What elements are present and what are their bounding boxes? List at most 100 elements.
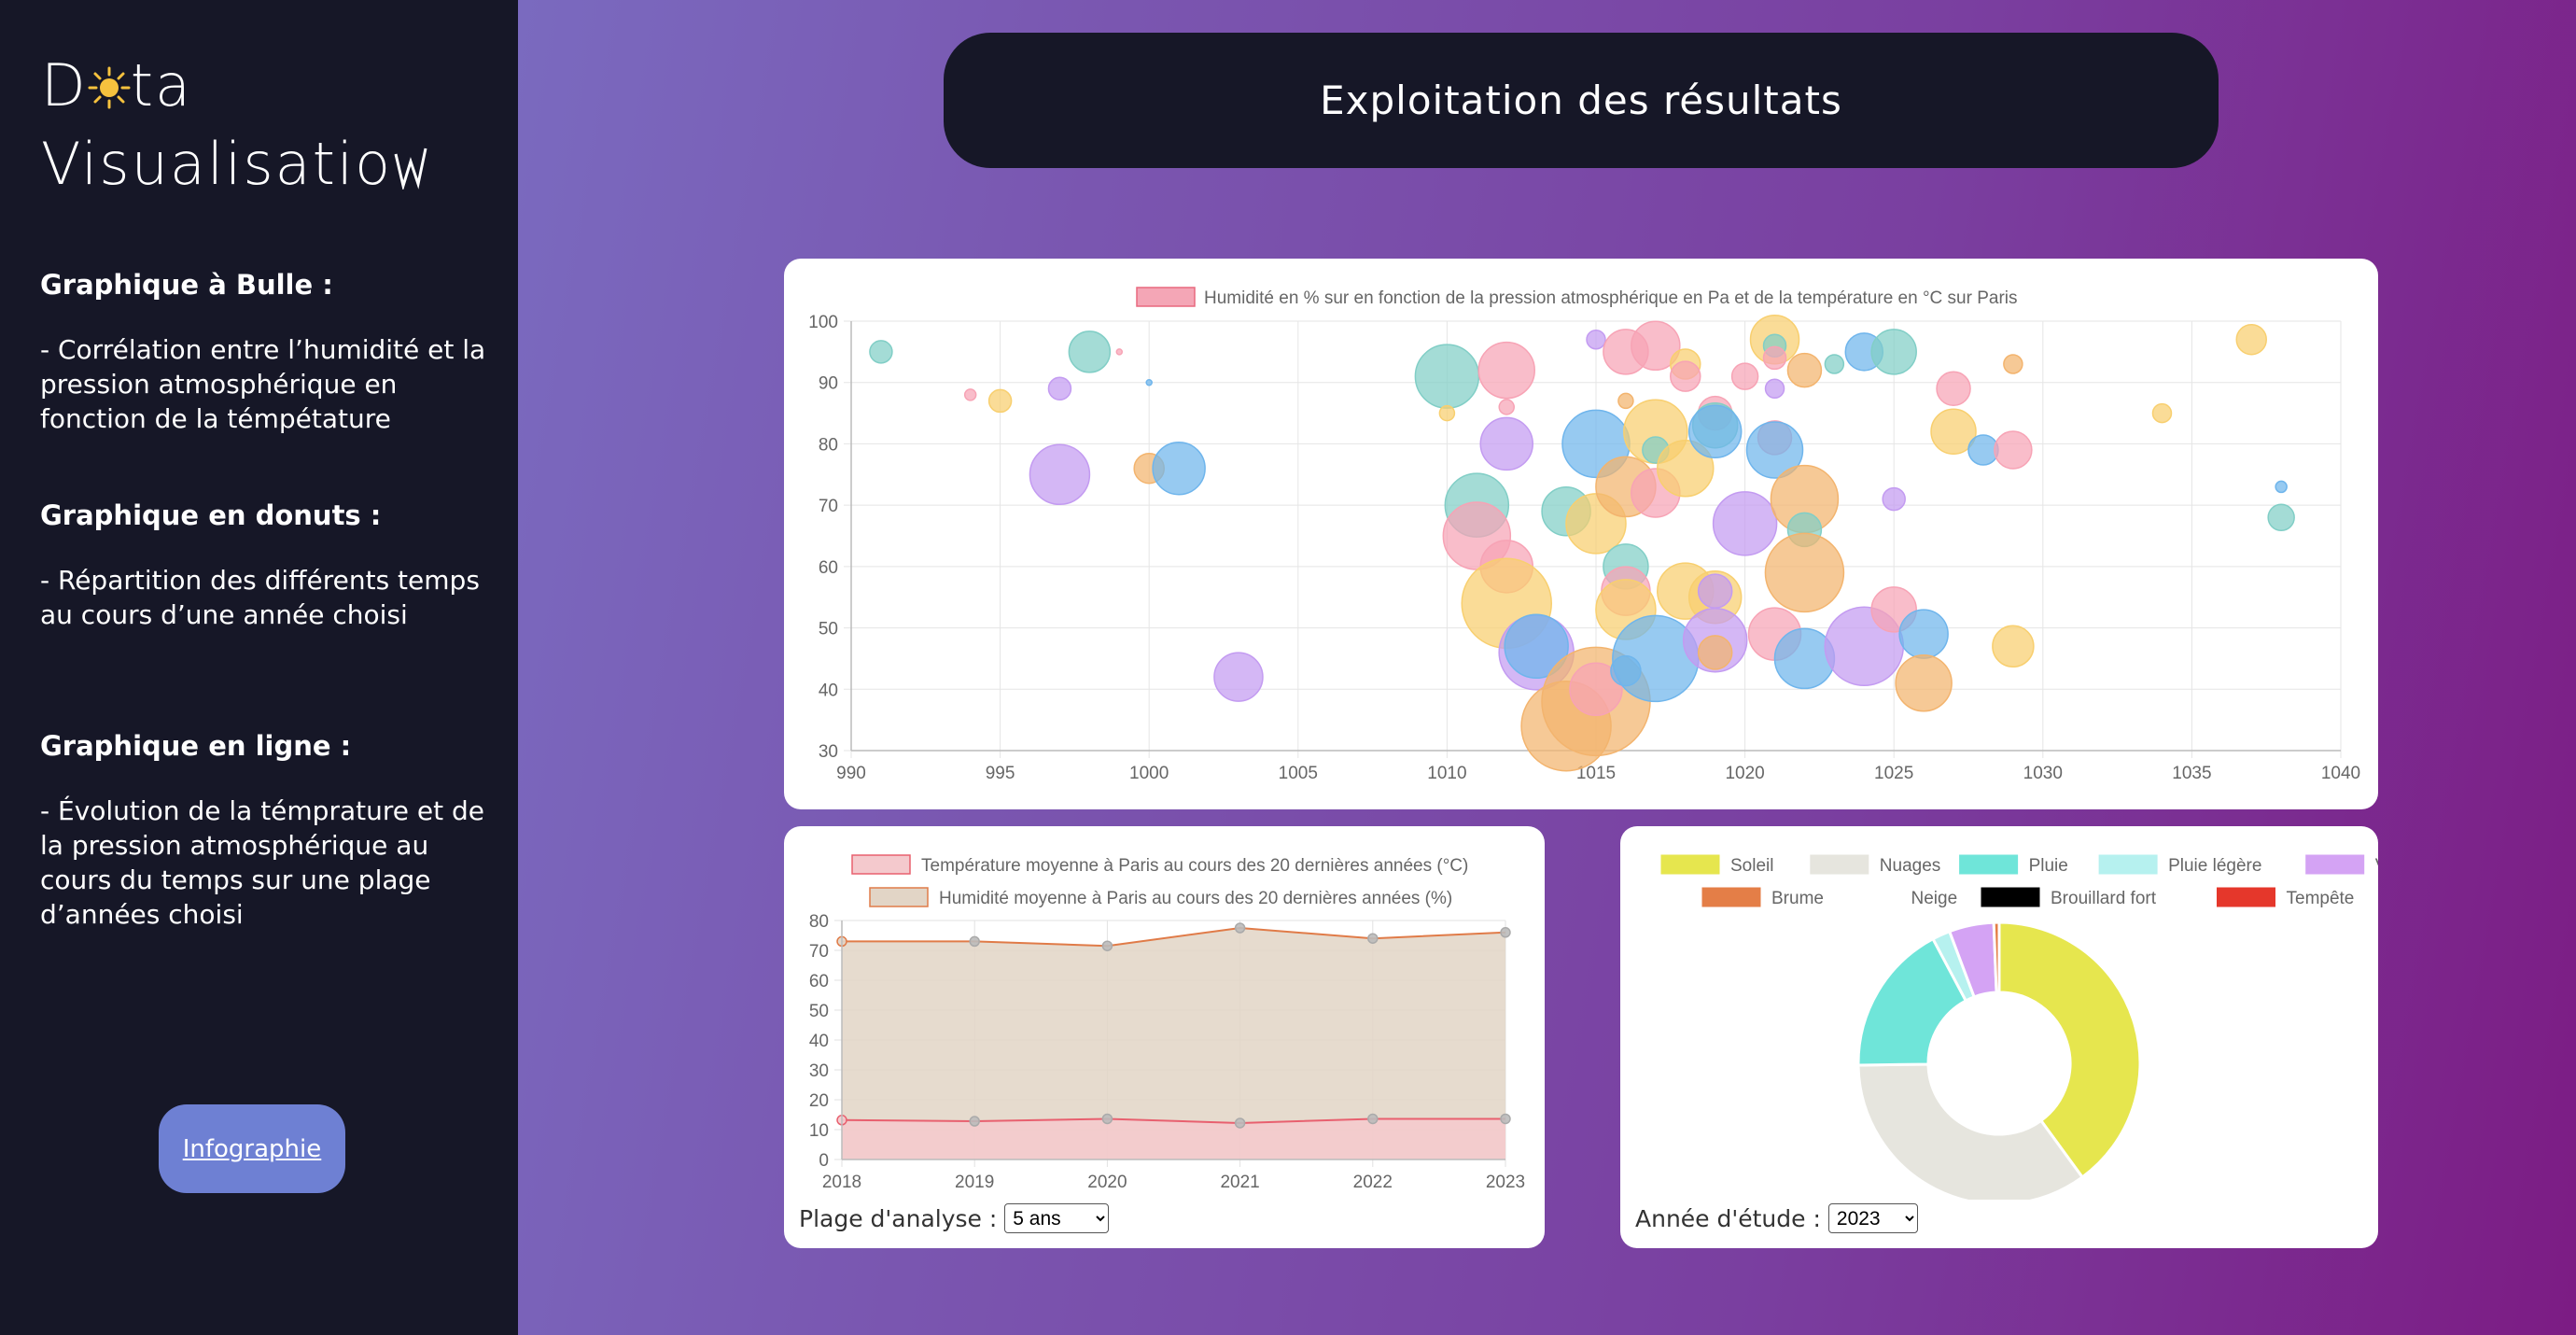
x-tick-label: 2018 bbox=[822, 1173, 861, 1192]
legend-label: Nuages bbox=[1880, 856, 1941, 876]
bubble-point bbox=[1498, 399, 1515, 415]
x-tick-label: 2021 bbox=[1220, 1173, 1259, 1192]
legend-label: Humidité en % sur en fonction de la pres… bbox=[1204, 288, 2018, 308]
bubble-point bbox=[1586, 329, 1606, 350]
bubble-point bbox=[1697, 635, 1733, 670]
bubble-point bbox=[1762, 345, 1787, 371]
year-control: Année d'étude : 2023 bbox=[1635, 1203, 1918, 1233]
legend-label: Tempête bbox=[2287, 889, 2355, 908]
x-tick-label: 1005 bbox=[1279, 764, 1318, 783]
sidebar-section-line: Graphique en ligne : - Évolution de la t… bbox=[40, 730, 488, 932]
bubble-point bbox=[1670, 360, 1701, 392]
line-chart: Température moyenne à Paris au cours des… bbox=[809, 854, 1525, 1192]
series-point bbox=[1367, 933, 1379, 944]
bubble-point bbox=[2267, 503, 2295, 532]
logo-text-ta: ta bbox=[130, 51, 193, 119]
bubble-point bbox=[1730, 362, 1759, 390]
series-point bbox=[1234, 1117, 1246, 1129]
x-tick-label: 2020 bbox=[1087, 1173, 1127, 1192]
x-tick-label: 1000 bbox=[1129, 764, 1169, 783]
legend-swatch bbox=[869, 887, 929, 907]
legend-swatch bbox=[851, 854, 911, 875]
page-title: Exploitation des résultats bbox=[944, 33, 2219, 168]
bubble-point bbox=[1152, 441, 1206, 496]
bubble-point bbox=[1213, 652, 1264, 702]
bubble-point bbox=[1115, 348, 1124, 356]
series-point bbox=[969, 1116, 980, 1127]
sidebar-section-bubble: Graphique à Bulle : - Corrélation entre … bbox=[40, 269, 488, 436]
sidebar: D ta Visualisatio Graphique à Bulle : - … bbox=[0, 0, 518, 1335]
x-tick-label: 1030 bbox=[2023, 764, 2063, 783]
bubble-point bbox=[963, 388, 977, 401]
x-tick-label: 2019 bbox=[955, 1173, 994, 1192]
bubble-point bbox=[1145, 378, 1153, 386]
legend-label: Brouillard fort bbox=[2051, 889, 2157, 908]
y-tick-label: 20 bbox=[809, 1091, 829, 1111]
legend-label: Vent bbox=[2375, 856, 2378, 876]
year-select[interactable]: 2023 bbox=[1827, 1203, 1918, 1233]
range-select[interactable]: 5 ans bbox=[1004, 1203, 1110, 1233]
bubble-point bbox=[1414, 344, 1480, 409]
bubble-point bbox=[1438, 404, 1456, 422]
sun-icon bbox=[88, 66, 131, 109]
section-title-donut: Graphique en donuts : bbox=[40, 499, 382, 531]
bubble-chart: 990 995 1000 1005 1010 1015 1020 1025 1030 1035 10… bbox=[808, 287, 2360, 783]
y-tick-label: 80 bbox=[819, 435, 838, 455]
donut-slice bbox=[1856, 1062, 2085, 1206]
bubble-point bbox=[869, 340, 893, 364]
bubble-point bbox=[1882, 486, 1906, 512]
y-tick-label: 80 bbox=[809, 912, 829, 932]
x-tick-label: 2022 bbox=[1353, 1173, 1393, 1192]
logo-text-d: D bbox=[41, 51, 88, 119]
series-point bbox=[1500, 1113, 1511, 1125]
bubble-point bbox=[1786, 352, 1823, 388]
y-tick-label: 10 bbox=[809, 1121, 829, 1141]
series-point bbox=[1234, 922, 1246, 934]
section-desc-bubble: - Corrélation entre l’humidité et la pre… bbox=[40, 334, 486, 434]
y-tick-label: 70 bbox=[809, 942, 829, 962]
legend-label: Humidité moyenne à Paris au cours des 20… bbox=[939, 889, 1452, 908]
bubble-point bbox=[1047, 376, 1072, 401]
legend-label: Brume bbox=[1771, 889, 1824, 908]
bubble-point bbox=[1870, 329, 1917, 375]
section-title-line: Graphique en ligne : bbox=[40, 730, 352, 762]
y-tick-label: 90 bbox=[819, 374, 838, 394]
bubble-point bbox=[1712, 491, 1778, 556]
y-tick-label: 70 bbox=[819, 497, 838, 516]
bubble-point bbox=[2151, 402, 2173, 424]
x-tick-label: 1025 bbox=[1874, 764, 1913, 783]
bubble-point bbox=[1068, 330, 1112, 373]
y-tick-label: 50 bbox=[809, 1002, 829, 1021]
legend-swatch bbox=[1701, 887, 1761, 907]
y-tick-label: 60 bbox=[809, 972, 829, 991]
x-tick-label: 1035 bbox=[2172, 764, 2211, 783]
range-control: Plage d'analyse : 5 ans bbox=[799, 1203, 1110, 1233]
bubble-point bbox=[1687, 404, 1743, 459]
legend-label: Soleil bbox=[1730, 856, 1773, 876]
bubble-point bbox=[1994, 430, 2033, 470]
legend-swatch bbox=[1959, 854, 2019, 875]
bubble-point bbox=[1617, 392, 1634, 410]
y-tick-label: 40 bbox=[819, 681, 838, 700]
infographie-button[interactable]: Infographie bbox=[159, 1104, 345, 1193]
y-tick-label: 30 bbox=[809, 1061, 829, 1081]
legend-swatch bbox=[1810, 854, 1869, 875]
donut-chart-card: Soleil Nuages Pluie Pluie légère Vent Brume Ne… bbox=[1620, 826, 2378, 1248]
section-desc-donut: - Répartition des différents temps au co… bbox=[40, 565, 480, 630]
x-tick-label: 1020 bbox=[1725, 764, 1764, 783]
range-label: Plage d'analyse : bbox=[799, 1204, 998, 1232]
x-tick-label: 1010 bbox=[1427, 764, 1466, 783]
legend-label: Pluie bbox=[2029, 856, 2068, 876]
legend-label: Neige bbox=[1911, 889, 1958, 908]
bubble-point bbox=[2235, 323, 2267, 356]
y-tick-label: 100 bbox=[808, 313, 838, 332]
y-tick-label: 0 bbox=[819, 1151, 829, 1171]
x-tick-label: 990 bbox=[836, 764, 866, 783]
legend-swatch bbox=[1841, 887, 1900, 907]
bubble-point bbox=[1029, 443, 1091, 506]
x-tick-label: 1040 bbox=[2321, 764, 2360, 783]
donut-chart: Soleil Nuages Pluie Pluie légère Vent Brume Ne… bbox=[1660, 854, 2378, 1206]
series-point bbox=[969, 935, 980, 948]
bubble-point bbox=[1764, 532, 1845, 613]
bubble-point bbox=[1936, 371, 1971, 407]
